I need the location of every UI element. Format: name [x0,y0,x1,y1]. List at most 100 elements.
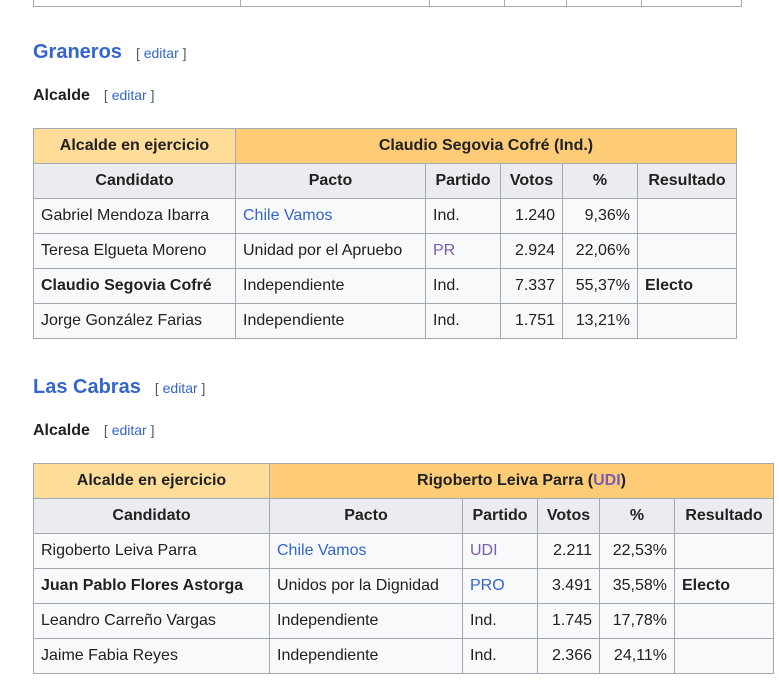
column-headers: Candidato Pacto Partido Votos % Resultad… [33,163,737,199]
col-candidato: Candidato [33,498,270,534]
votes-cell: 7.337 [500,268,563,304]
table-row: Rigoberto Leiva Parra Chile Vamos UDI 2.… [33,533,774,569]
subsection-title: Alcalde [33,422,90,439]
table-row: Juan Pablo Flores Astorga Unidos por la … [33,568,774,604]
pact-cell: Chile Vamos [235,198,426,234]
candidate-name: Teresa Elgueta Moreno [33,233,236,269]
table-row: Jaime Fabia Reyes Independiente Ind. 2.3… [33,638,774,674]
col-candidato: Candidato [33,163,236,199]
votes-cell: 1.745 [537,603,600,639]
table-row: Teresa Elgueta Moreno Unidad por el Apru… [33,233,737,269]
votes-cell: 2.366 [537,638,600,674]
section-heading-las-cabras: Las Cabras [ editar ] [33,376,205,399]
party-cell: Ind. [425,303,501,339]
percent-cell: 13,21% [562,303,638,339]
edit-link[interactable]: editar [112,422,147,438]
party-link[interactable]: PRO [470,577,505,594]
table-row: Gabriel Mendoza Ibarra Chile Vamos Ind. … [33,198,737,234]
pact-cell: Independiente [269,638,463,674]
incumbent-name-text: Rigoberto Leiva Parra ( [417,472,594,489]
col-resultado: Resultado [637,163,737,199]
results-table-las-cabras: Alcalde en ejercicio Rigoberto Leiva Par… [33,463,774,674]
results-table-graneros: Alcalde en ejercicio Claudio Segovia Cof… [33,128,737,339]
pact-cell: Independiente [269,603,463,639]
result-cell [674,533,774,569]
party-link[interactable]: PR [433,242,455,259]
percent-cell: 55,37% [562,268,638,304]
col-resultado: Resultado [674,498,774,534]
percent-cell: 22,06% [562,233,638,269]
pact-cell: Unidad por el Apruebo [235,233,426,269]
edit-subsection-link: [ editar ] [103,87,155,103]
edit-subsection-link: [ editar ] [103,422,155,438]
previous-table-remnant [33,0,742,7]
incumbent-name-close: ) [620,472,626,489]
party-cell: Ind. [462,638,538,674]
edit-section-link: [ editar ] [154,380,206,396]
candidate-name: Jorge González Farias [33,303,236,339]
party-link[interactable]: UDI [470,542,498,559]
party-cell: UDI [462,533,538,569]
candidate-name: Leandro Carreño Vargas [33,603,270,639]
party-cell: PR [425,233,501,269]
result-cell [637,303,737,339]
subsection-heading-alcalde: Alcalde [ editar ] [33,87,155,105]
pact-cell: Chile Vamos [269,533,463,569]
votes-cell: 1.751 [500,303,563,339]
percent-cell: 24,11% [599,638,675,674]
edit-link[interactable]: editar [112,87,147,103]
col-partido: Partido [425,163,501,199]
votes-cell: 2.924 [500,233,563,269]
subsection-heading-alcalde: Alcalde [ editar ] [33,422,155,440]
party-cell: Ind. [425,198,501,234]
section-title: Graneros [33,41,122,63]
pact-cell: Independiente [235,268,426,304]
incumbent-label: Alcalde en ejercicio [33,463,270,499]
percent-cell: 9,36% [562,198,638,234]
result-cell [674,603,774,639]
party-cell: Ind. [462,603,538,639]
votes-cell: 2.211 [537,533,600,569]
edit-link[interactable]: editar [163,380,198,396]
col-votos: Votos [500,163,563,199]
pact-cell: Unidos por la Dignidad [269,568,463,604]
candidate-name: Rigoberto Leiva Parra [33,533,270,569]
result-cell [674,638,774,674]
col-partido: Partido [462,498,538,534]
edit-link[interactable]: editar [144,45,179,61]
section-heading-graneros: Graneros [ editar ] [33,41,187,64]
result-cell [637,198,737,234]
incumbent-name: Rigoberto Leiva Parra (UDI) [269,463,774,499]
col-votos: Votos [537,498,600,534]
candidate-name: Gabriel Mendoza Ibarra [33,198,236,234]
party-cell: PRO [462,568,538,604]
incumbent-party-link[interactable]: UDI [593,472,621,489]
table-row: Jorge González Farias Independiente Ind.… [33,303,737,339]
votes-cell: 3.491 [537,568,600,604]
subsection-title: Alcalde [33,87,90,104]
votes-cell: 1.240 [500,198,563,234]
table-row: Leandro Carreño Vargas Independiente Ind… [33,603,774,639]
edit-section-link: [ editar ] [135,45,187,61]
result-cell: Electo [637,268,737,304]
pact-link[interactable]: Chile Vamos [243,207,333,224]
column-headers: Candidato Pacto Partido Votos % Resultad… [33,498,774,534]
table-row: Claudio Segovia Cofré Independiente Ind.… [33,268,737,304]
result-cell [637,233,737,269]
candidate-name: Claudio Segovia Cofré [33,268,236,304]
percent-cell: 22,53% [599,533,675,569]
party-cell: Ind. [425,268,501,304]
incumbent-name: Claudio Segovia Cofré (Ind.) [235,128,737,164]
col-pct: % [562,163,638,199]
candidate-name: Jaime Fabia Reyes [33,638,270,674]
percent-cell: 35,58% [599,568,675,604]
section-title: Las Cabras [33,376,141,398]
col-pacto: Pacto [235,163,426,199]
pact-cell: Independiente [235,303,426,339]
candidate-name: Juan Pablo Flores Astorga [33,568,270,604]
pact-link[interactable]: Chile Vamos [277,542,367,559]
result-cell: Electo [674,568,774,604]
col-pct: % [599,498,675,534]
incumbent-label: Alcalde en ejercicio [33,128,236,164]
col-pacto: Pacto [269,498,463,534]
